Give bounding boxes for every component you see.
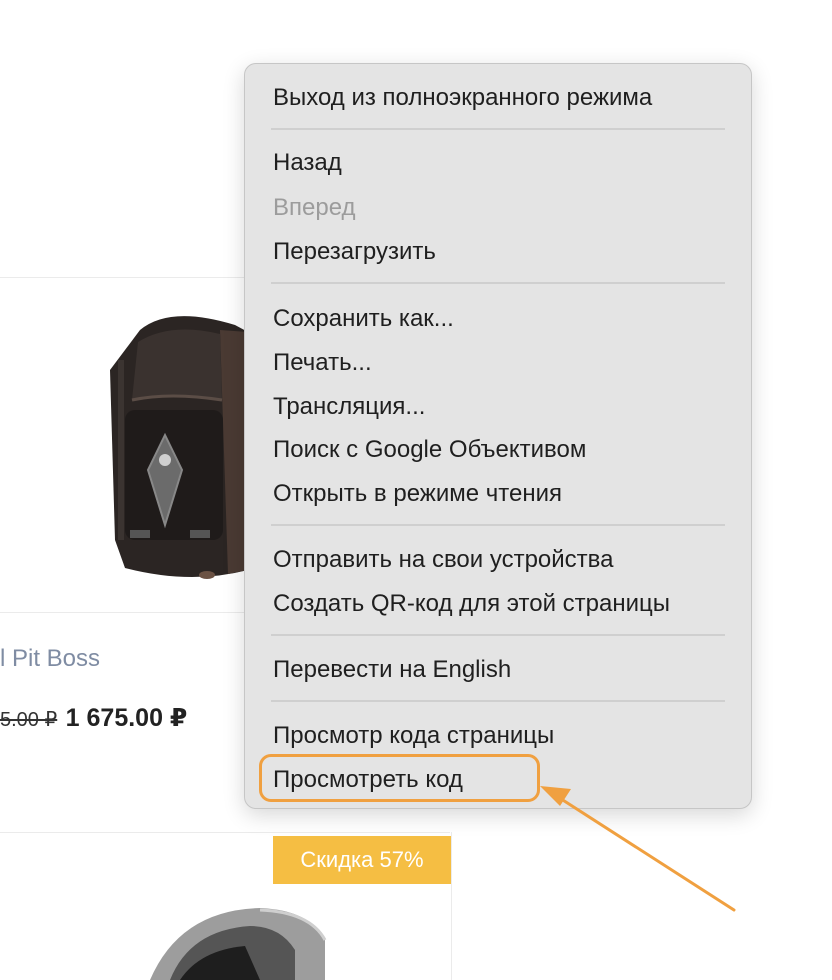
menu-item-reading-mode[interactable]: Открыть в режиме чтения [273, 479, 562, 509]
menu-item-print[interactable]: Печать... [273, 348, 372, 378]
discount-badge: Скидка 57% [273, 836, 451, 884]
menu-item-cast[interactable]: Трансляция... [273, 392, 425, 422]
menu-item-translate[interactable]: Перевести на English [273, 655, 511, 685]
menu-item-reload[interactable]: Перезагрузить [273, 237, 436, 267]
product-name-link[interactable]: l Pit Boss [0, 645, 100, 673]
menu-separator [271, 524, 725, 526]
menu-item-send-to-devices[interactable]: Отправить на свои устройства [273, 545, 614, 575]
menu-item-view-page-source[interactable]: Просмотр кода страницы [273, 721, 554, 751]
device-product-image[interactable] [110, 900, 340, 980]
menu-separator [271, 700, 725, 702]
menu-separator [271, 634, 725, 636]
menu-item-create-qr-code[interactable]: Создать QR-код для этой страницы [273, 589, 670, 619]
backpack-product-image[interactable] [70, 300, 270, 590]
product-card-right-border [451, 832, 452, 980]
context-menu: Выход из полноэкранного режима Назад Впе… [244, 63, 752, 809]
product-bottom-divider [0, 832, 450, 833]
menu-item-forward: Вперед [273, 194, 356, 221]
menu-item-google-lens-search[interactable]: Поиск с Google Объективом [273, 435, 586, 465]
menu-separator [271, 282, 725, 284]
current-price: 1 675.00 ₽ [65, 704, 188, 732]
menu-separator [271, 128, 725, 130]
menu-item-save-as[interactable]: Сохранить как... [273, 304, 454, 334]
old-price: 5.00 ₽ [0, 709, 58, 731]
product-price-row: 5.00 ₽ 1 675.00 ₽ [0, 703, 187, 733]
inspect-highlight-box [259, 754, 540, 802]
menu-item-back[interactable]: Назад [273, 148, 342, 178]
menu-item-exit-fullscreen[interactable]: Выход из полноэкранного режима [273, 83, 652, 113]
